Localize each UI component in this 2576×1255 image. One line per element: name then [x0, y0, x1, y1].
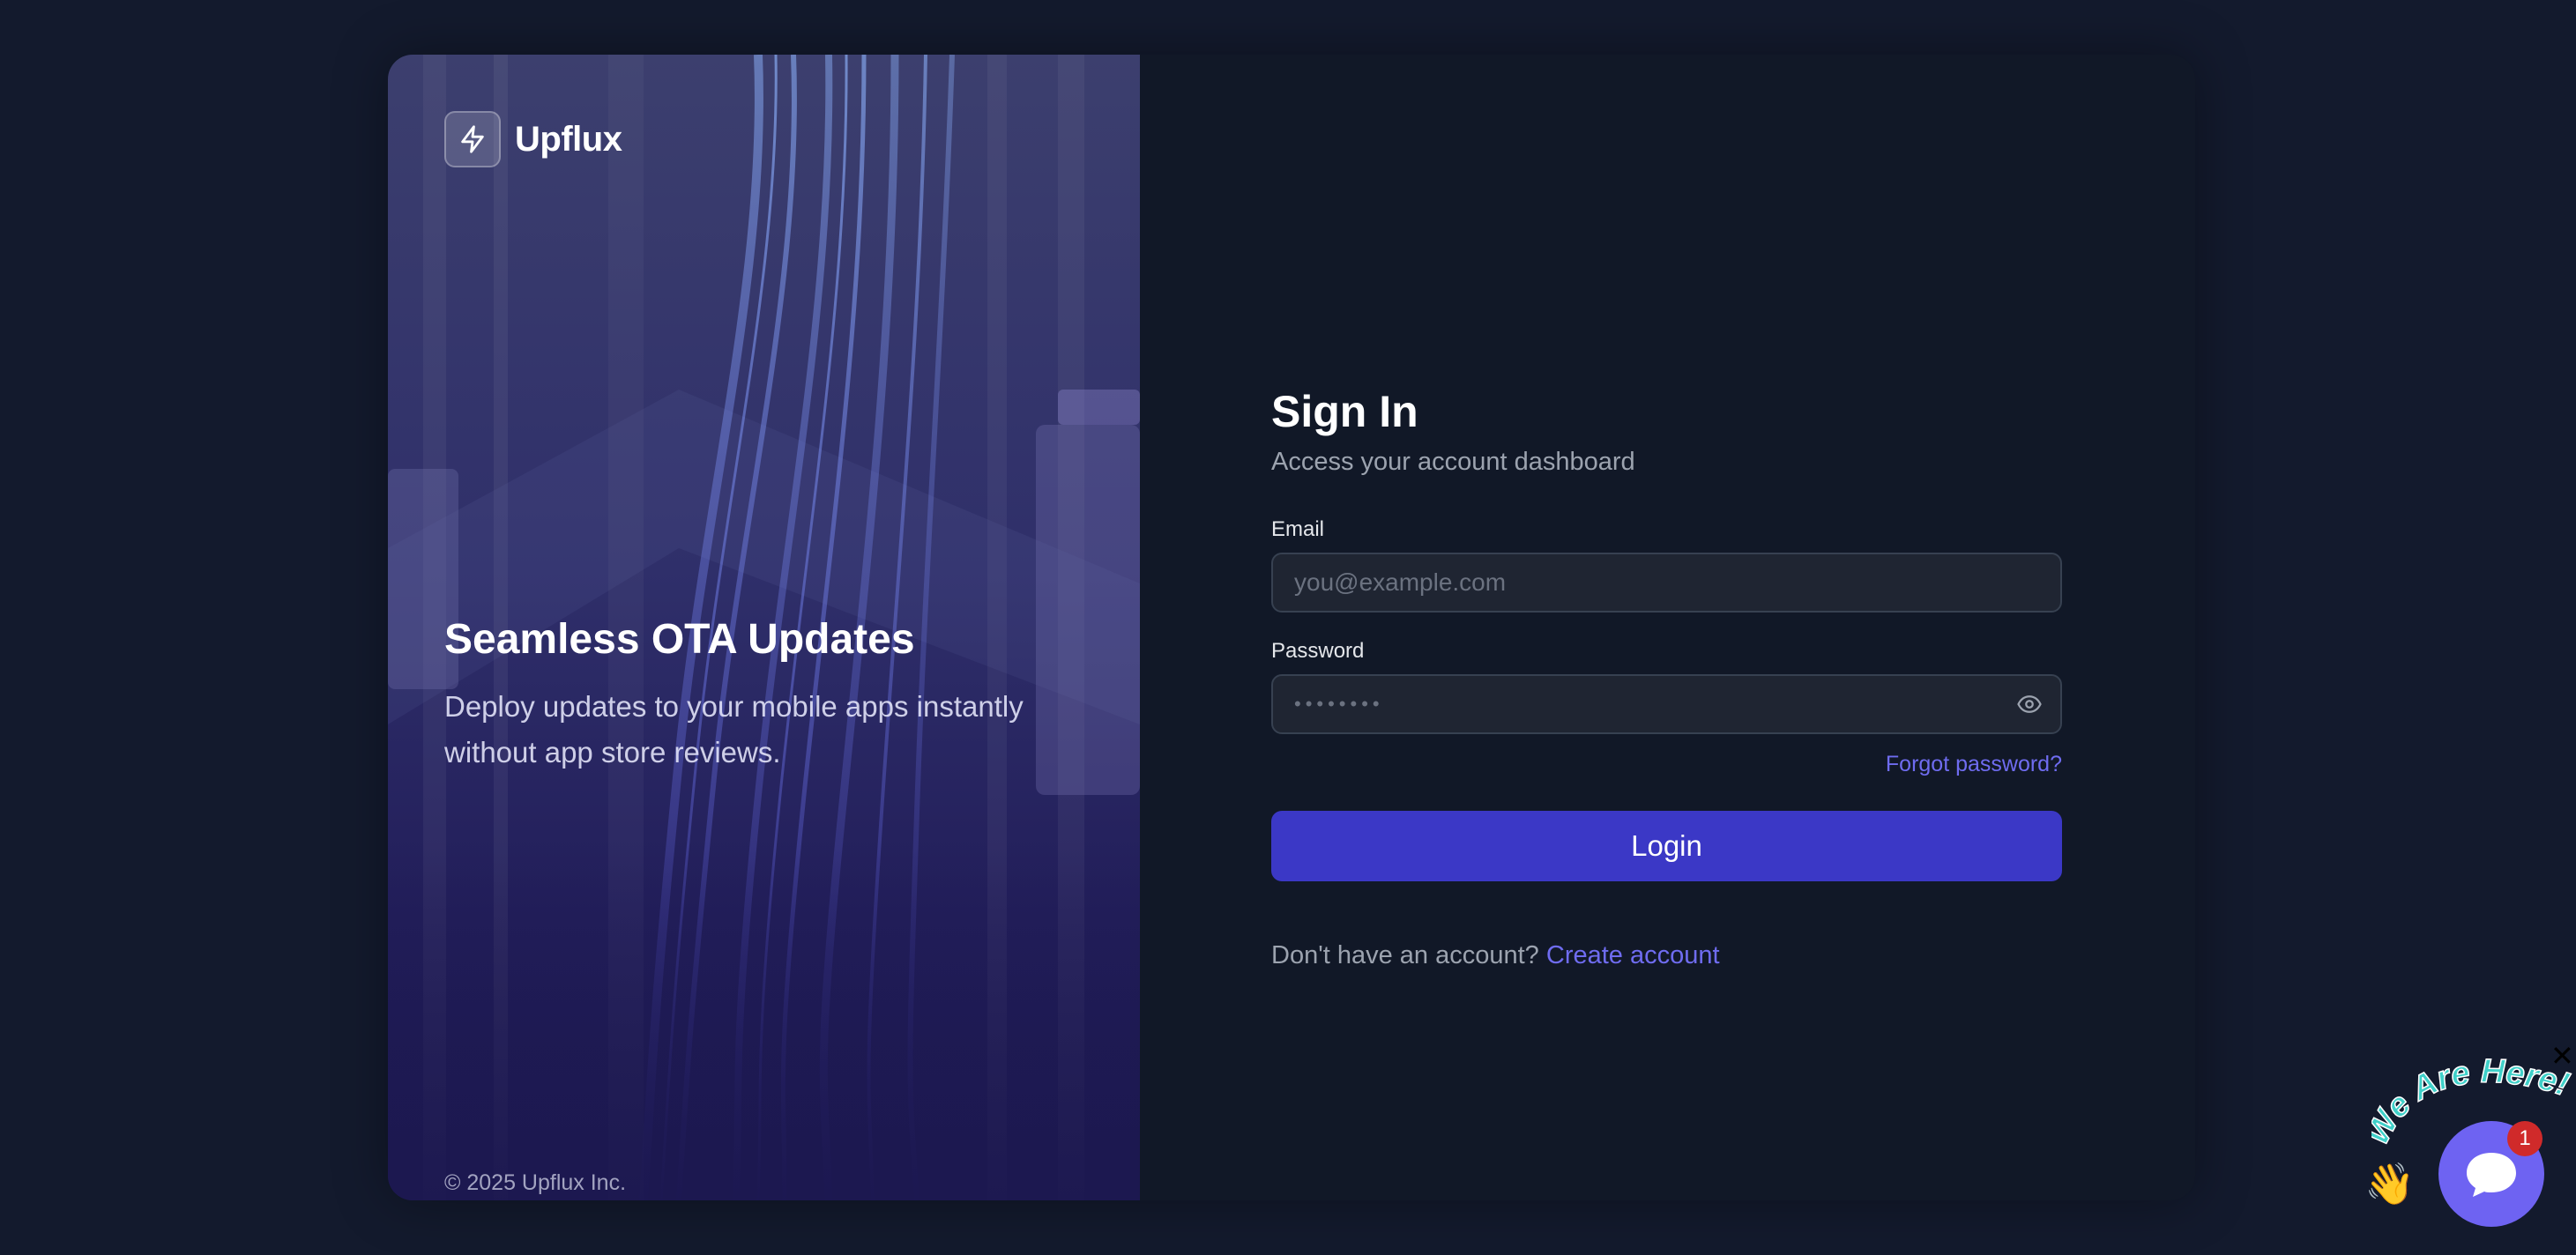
signup-prompt: Don't have an account? — [1271, 941, 1539, 969]
eye-icon[interactable] — [2016, 691, 2043, 717]
lightning-bolt-icon — [444, 111, 501, 167]
brand-logo[interactable]: Upflux — [444, 111, 622, 167]
password-label: Password — [1271, 639, 1365, 663]
page-subtitle: Access your account dashboard — [1271, 448, 1635, 476]
sign-in-form: Sign In Access your account dashboard Em… — [1271, 381, 2062, 970]
create-account-link[interactable]: Create account — [1546, 941, 1720, 969]
brand-name: Upflux — [515, 119, 622, 159]
page-title: Sign In — [1271, 387, 1418, 436]
hero-title: Seamless OTA Updates — [444, 616, 915, 663]
email-field[interactable] — [1271, 553, 2062, 613]
email-field-wrapper — [1271, 553, 2062, 613]
hero-panel: Upflux Seamless OTA Updates Deploy updat… — [388, 55, 1140, 1200]
waving-hand-icon: 👋 — [2364, 1161, 2416, 1207]
forgot-password-link[interactable]: Forgot password? — [1271, 752, 2062, 777]
hero-description: Deploy updates to your mobile apps insta… — [444, 690, 1024, 769]
chat-bubble-icon — [2467, 1153, 2516, 1197]
signup-row: Don't have an account? Create account — [1271, 941, 2062, 970]
chat-unread-badge: 1 — [2507, 1121, 2542, 1156]
copyright-text: © 2025 Upflux Inc. — [444, 1170, 627, 1195]
password-field-wrapper: •••••••• — [1271, 674, 2062, 734]
login-button[interactable]: Login — [1271, 811, 2062, 881]
password-field[interactable] — [1271, 674, 2062, 734]
email-label: Email — [1271, 517, 1325, 541]
login-card: Upflux Seamless OTA Updates Deploy updat… — [388, 55, 2195, 1200]
